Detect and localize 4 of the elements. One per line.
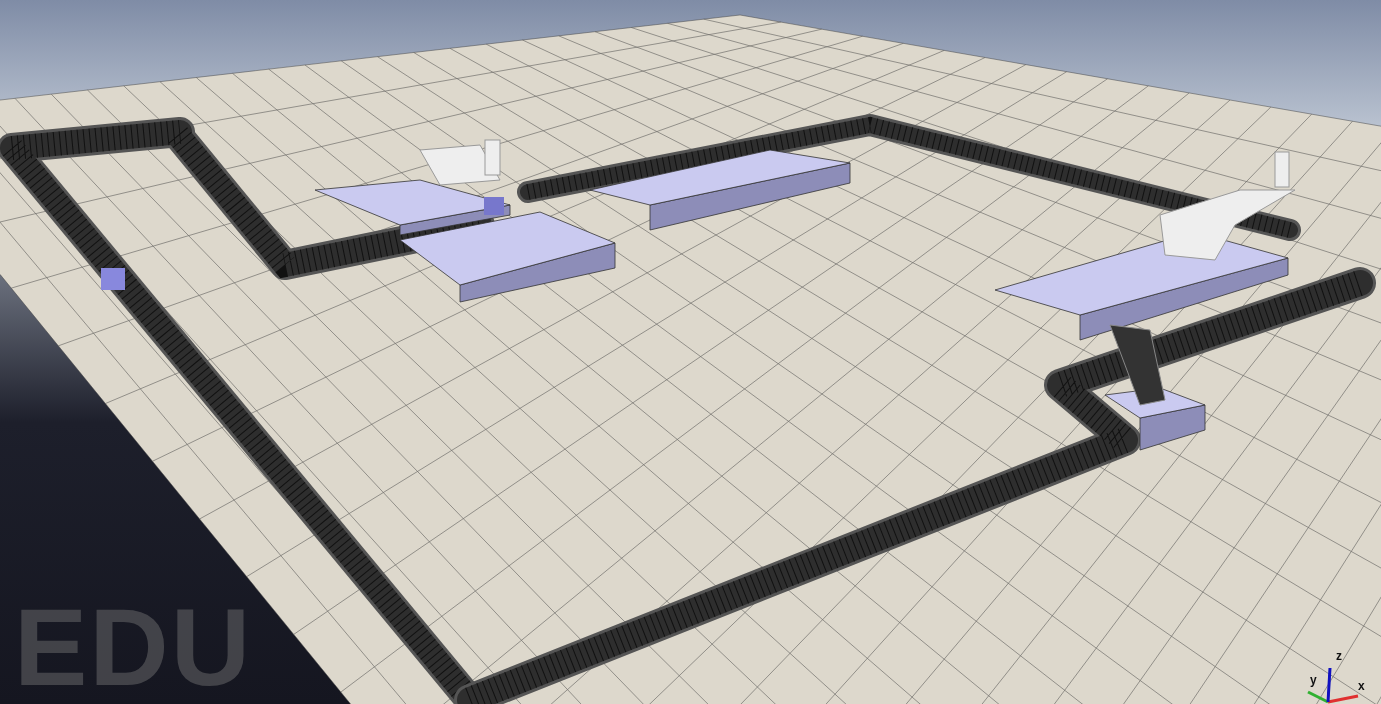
axis-label: y	[1310, 674, 1317, 686]
axes-gizmo-icon	[1307, 667, 1359, 704]
axis-label: z	[1336, 650, 1342, 662]
axis-label: x	[1358, 680, 1365, 692]
